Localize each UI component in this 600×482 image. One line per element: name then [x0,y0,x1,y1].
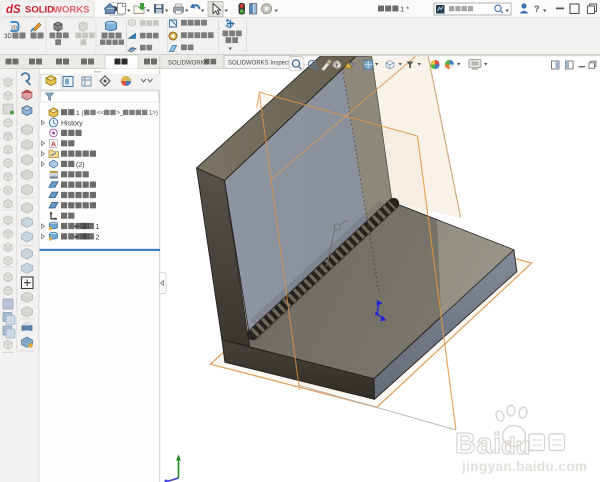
svg-text:>_: >_ [117,111,125,117]
svg-text:?: ? [534,4,540,14]
svg-text:(2): (2) [76,162,85,169]
svg-text:A: A [51,141,56,148]
svg-text:dS: dS [6,4,21,16]
svg-text:1 (: 1 ( [76,110,84,117]
svg-text:1: 1 [96,224,100,231]
svg-text:1 *: 1 * [400,5,409,14]
svg-text:SOLIDWORKS Inspection: SOLIDWORKS Inspection [228,61,298,67]
svg-text:jingyan.baidu.com: jingyan.baidu.com [461,459,587,474]
svg-text:2: 2 [96,234,100,241]
svg-text:WORKS: WORKS [53,5,89,16]
svg-text:Bai: Bai [455,428,502,460]
svg-text:SOLID: SOLID [25,5,54,16]
svg-text:History: History [61,120,83,127]
svg-text:1>): 1>) [149,111,158,117]
svg-text:3D: 3D [4,34,12,40]
svg-text:3D: 3D [11,26,18,32]
svg-text:<<: << [97,111,105,117]
svg-text:SOLIDWORKS: SOLIDWORKS [168,61,209,67]
